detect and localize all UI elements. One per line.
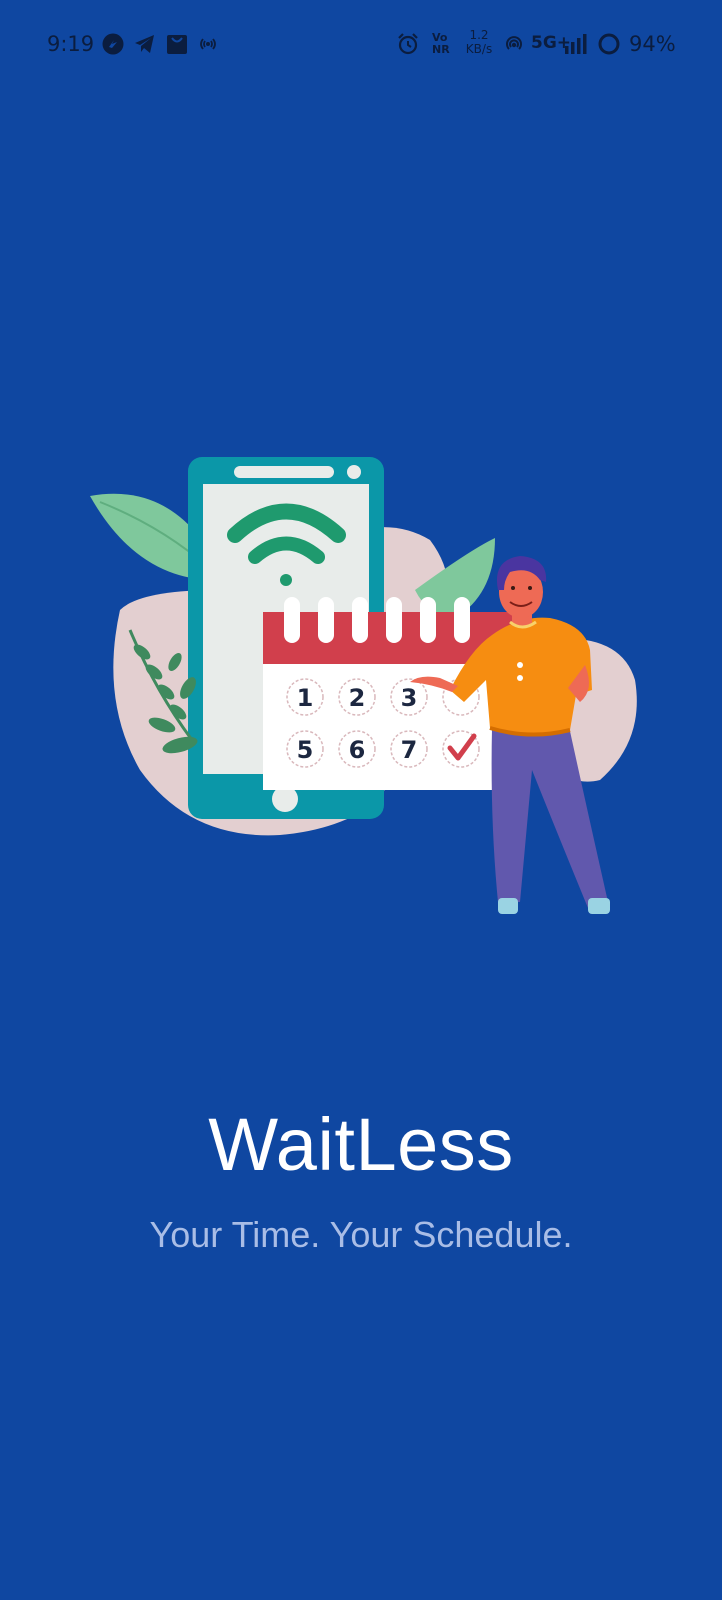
app-tagline: Your Time. Your Schedule.: [149, 1214, 573, 1255]
splash-screen: 9:19 Vo NR 1.2 KB/s 5G+ 94% 1 2 3 5 6 7 …: [0, 0, 722, 1600]
calendar-day: 1: [297, 684, 314, 712]
calendar-day: 7: [401, 736, 418, 764]
status-time: 9:19: [47, 32, 95, 56]
calendar-day: 3: [401, 684, 418, 712]
calendar-day: 5: [297, 736, 314, 764]
wifi-calling-icon: [502, 32, 526, 56]
telegram-icon: [133, 32, 157, 56]
splash-illustration: 1 2 3 5 6 7: [80, 440, 640, 940]
network-speed: 1.2 KB/s: [465, 28, 493, 56]
volte-indicator: Vo NR: [432, 31, 450, 56]
shopping-bag-icon: [165, 32, 189, 56]
hotspot-icon: [196, 32, 220, 56]
whatsapp-icon: [101, 32, 125, 56]
signal-icon: [563, 32, 587, 56]
status-bar: 9:19 Vo NR 1.2 KB/s 5G+ 94%: [0, 0, 722, 88]
battery-ring-icon: [597, 32, 621, 56]
battery-percentage: 94%: [629, 32, 676, 56]
alarm-icon: [396, 32, 420, 56]
calendar-day: 6: [349, 736, 366, 764]
calendar-day: 2: [349, 684, 366, 712]
calendar-icon: 1 2 3 5 6 7: [263, 597, 513, 790]
app-title: WaitLess: [208, 1103, 514, 1186]
